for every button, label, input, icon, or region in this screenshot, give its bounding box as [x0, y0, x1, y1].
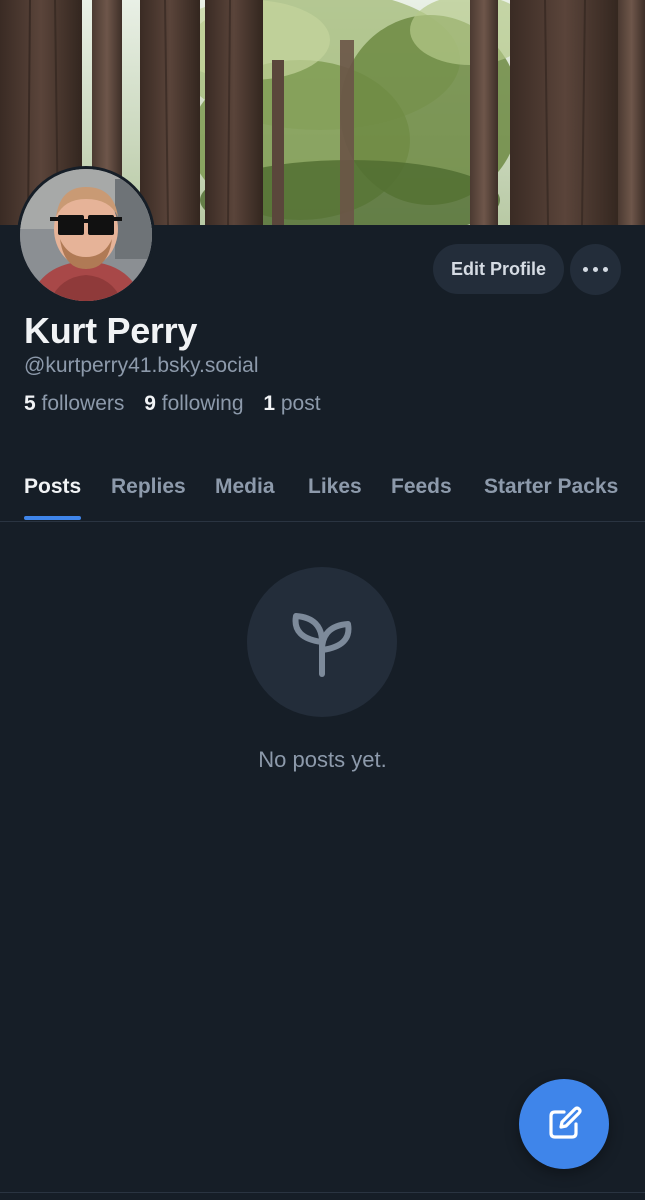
tab-media[interactable]: Media [215, 475, 275, 499]
edit-profile-button[interactable]: Edit Profile [433, 244, 564, 294]
sprout-icon [292, 613, 352, 677]
avatar[interactable] [17, 166, 155, 304]
tab-feeds[interactable]: Feeds [391, 475, 452, 499]
user-avatar [20, 169, 152, 301]
posts-label: post [280, 392, 321, 415]
tab-likes[interactable]: Likes [308, 475, 362, 499]
following-count: 9 [144, 392, 156, 415]
more-options-button[interactable] [570, 244, 621, 295]
ellipsis-icon [581, 267, 611, 272]
active-tab-indicator [24, 516, 81, 520]
followers-link[interactable]: 5 followers [24, 392, 124, 415]
followers-count: 5 [24, 392, 36, 415]
profile-stats: 5 followers 9 following 1 post [24, 392, 335, 416]
compose-button[interactable] [519, 1079, 609, 1169]
profile-tabs: Posts Replies Media Likes Feeds Starter … [0, 455, 645, 522]
tab-starter-packs[interactable]: Starter Packs [484, 475, 618, 499]
display-name: Kurt Perry [24, 310, 198, 351]
following-link[interactable]: 9 following [144, 392, 243, 415]
followers-label: followers [41, 392, 125, 415]
tab-posts[interactable]: Posts [24, 475, 81, 499]
profile-handle: @kurtperry41.bsky.social [24, 354, 259, 377]
following-label: following [161, 392, 244, 415]
empty-state-message: No posts yet. [258, 747, 387, 772]
bottom-divider [0, 1192, 645, 1193]
compose-icon [549, 1106, 582, 1139]
profile-screen: Edit Profile Kurt Perry @kurtperry41.bsk… [0, 0, 645, 1200]
posts-stat: 1 post [263, 392, 320, 415]
posts-count: 1 [263, 392, 276, 415]
tab-replies[interactable]: Replies [111, 475, 186, 499]
empty-state-icon-circle [247, 567, 397, 717]
